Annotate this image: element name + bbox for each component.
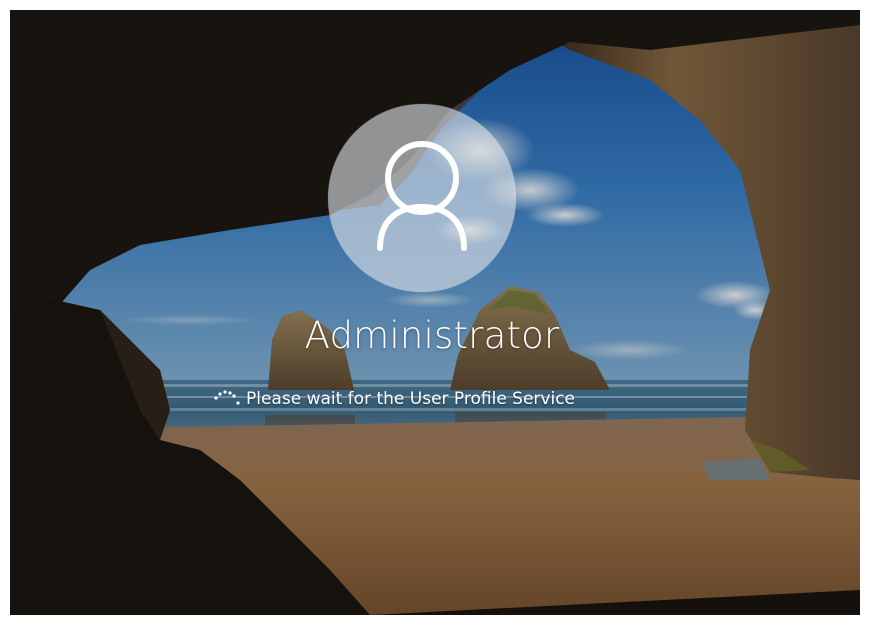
username-label: Administrator bbox=[304, 314, 560, 357]
user-icon bbox=[377, 141, 467, 251]
login-panel: Administrator Please wait for the User P… bbox=[10, 10, 860, 615]
status-message: Please wait for the User Profile Service bbox=[246, 389, 576, 409]
status-row: Please wait for the User Profile Service bbox=[206, 386, 666, 416]
user-avatar bbox=[328, 104, 516, 292]
lock-screen: Administrator Please wait for the User P… bbox=[10, 10, 860, 615]
loading-spinner-icon bbox=[214, 390, 240, 405]
